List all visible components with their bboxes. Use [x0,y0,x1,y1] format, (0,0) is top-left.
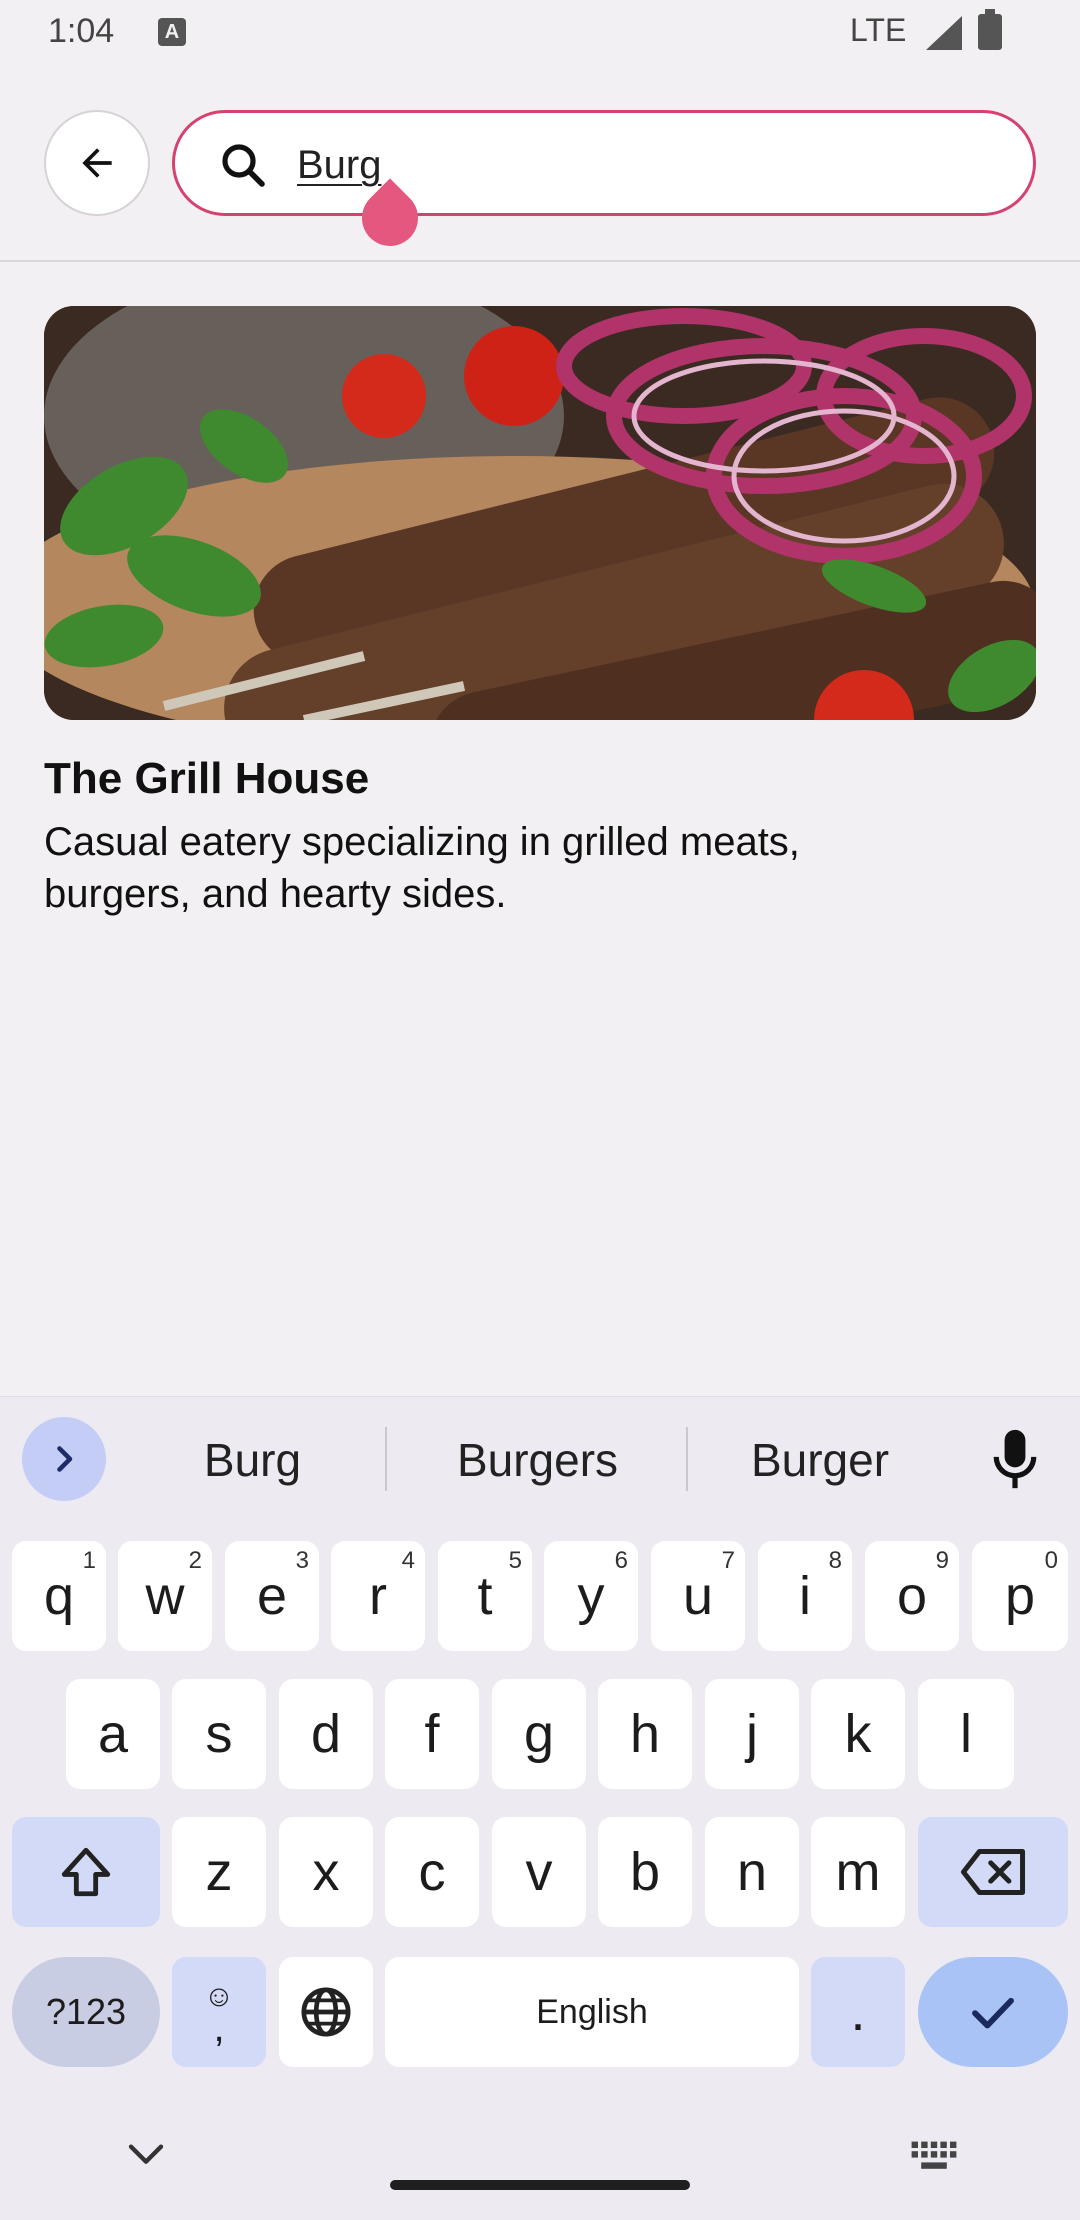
key-l[interactable]: l [918,1679,1014,1789]
emoji-comma-key[interactable]: ☺ , [172,1957,266,2067]
shift-key[interactable] [12,1817,160,1927]
key-q[interactable]: q1 [12,1541,106,1651]
key-w[interactable]: w2 [118,1541,212,1651]
network-type: LTE [850,12,907,48]
result-card[interactable]: The Grill House Casual eatery specializi… [44,306,1036,920]
space-key[interactable]: English [385,1957,799,2067]
suggestion-divider [686,1427,688,1491]
key-hint: 5 [508,1547,522,1574]
suggestion-bar: Burg Burgers Burger [0,1397,1080,1521]
key-label: q [43,1566,75,1626]
key-hint: 3 [295,1547,309,1574]
key-hint: 2 [188,1547,202,1574]
key-label: p [1004,1566,1036,1626]
search-header [0,66,1080,262]
key-label: i [799,1566,811,1626]
key-label: y [577,1566,605,1626]
suggestion-3[interactable]: Burger [710,1433,930,1487]
comma-label: , [213,2006,225,2050]
battery-icon [978,9,1002,50]
key-hint: 1 [82,1547,96,1574]
key-o[interactable]: o9 [865,1541,959,1651]
key-label: w [145,1566,185,1626]
key-label: o [896,1566,928,1626]
key-hint: 8 [828,1547,842,1574]
result-image[interactable] [44,306,1036,720]
key-n[interactable]: n [705,1817,799,1927]
search-bar[interactable] [172,110,1036,216]
key-x[interactable]: x [279,1817,373,1927]
key-label: e [256,1566,288,1626]
keyboard-switch-icon[interactable] [910,2140,958,2172]
key-k[interactable]: k [811,1679,905,1789]
key-label: t [477,1566,493,1626]
key-y[interactable]: y6 [544,1541,638,1651]
key-hint: 9 [935,1547,949,1574]
status-time: 1:04 [48,12,115,50]
back-button[interactable] [44,110,150,216]
notification-icon: A [158,18,186,46]
suggestion-2[interactable]: Burgers [420,1433,655,1487]
shift-icon [61,1847,111,1897]
key-hint: 4 [401,1547,415,1574]
key-h[interactable]: h [598,1679,692,1789]
arrow-left-icon [82,148,112,178]
search-icon [222,144,265,187]
suggestion-divider [385,1427,387,1491]
key-c[interactable]: c [385,1817,479,1927]
expand-toolbar-button[interactable] [22,1417,106,1501]
key-r[interactable]: r4 [331,1541,425,1651]
key-u[interactable]: u7 [651,1541,745,1651]
key-i[interactable]: i8 [758,1541,852,1651]
suggestion-1[interactable]: Burg [150,1433,355,1487]
symbols-key[interactable]: ?123 [12,1957,160,2067]
key-e[interactable]: e3 [225,1541,319,1651]
key-label: r [369,1566,387,1626]
result-title[interactable]: The Grill House [44,754,1036,804]
key-hint: 0 [1044,1547,1058,1574]
result-description: Casual eatery specializing in grilled me… [44,820,800,916]
chevron-right-icon [57,1446,73,1472]
key-z[interactable]: z [172,1817,266,1927]
microphone-icon[interactable] [990,1427,1040,1491]
globe-icon [301,1987,351,2037]
key-g[interactable]: g [492,1679,586,1789]
backspace-icon [960,1849,1026,1895]
soft-keyboard: Burg Burgers Burger q1 w2 e3 r4 t5 y6 u7… [0,1396,1080,2220]
key-p[interactable]: p0 [972,1541,1068,1651]
checkmark-icon [972,1997,1014,2029]
key-t[interactable]: t5 [438,1541,532,1651]
enter-key[interactable] [918,1957,1068,2067]
backspace-key[interactable] [918,1817,1068,1927]
period-key[interactable]: . [811,1957,905,2067]
key-m[interactable]: m [811,1817,905,1927]
key-d[interactable]: d [279,1679,373,1789]
key-v[interactable]: v [492,1817,586,1927]
hide-keyboard-chevron-icon[interactable] [126,2140,166,2170]
signal-icon [926,16,962,50]
key-b[interactable]: b [598,1817,692,1927]
key-hint: 7 [721,1547,735,1574]
key-f[interactable]: f [385,1679,479,1789]
key-a[interactable]: a [66,1679,160,1789]
key-s[interactable]: s [172,1679,266,1789]
key-label: u [682,1566,714,1626]
home-gesture-bar[interactable] [390,2180,690,2190]
language-key[interactable] [279,1957,373,2067]
grilled-kebab-photo-icon [44,306,1036,720]
key-hint: 6 [614,1547,628,1574]
key-j[interactable]: j [705,1679,799,1789]
status-bar: 1:04 A LTE [0,0,1080,66]
